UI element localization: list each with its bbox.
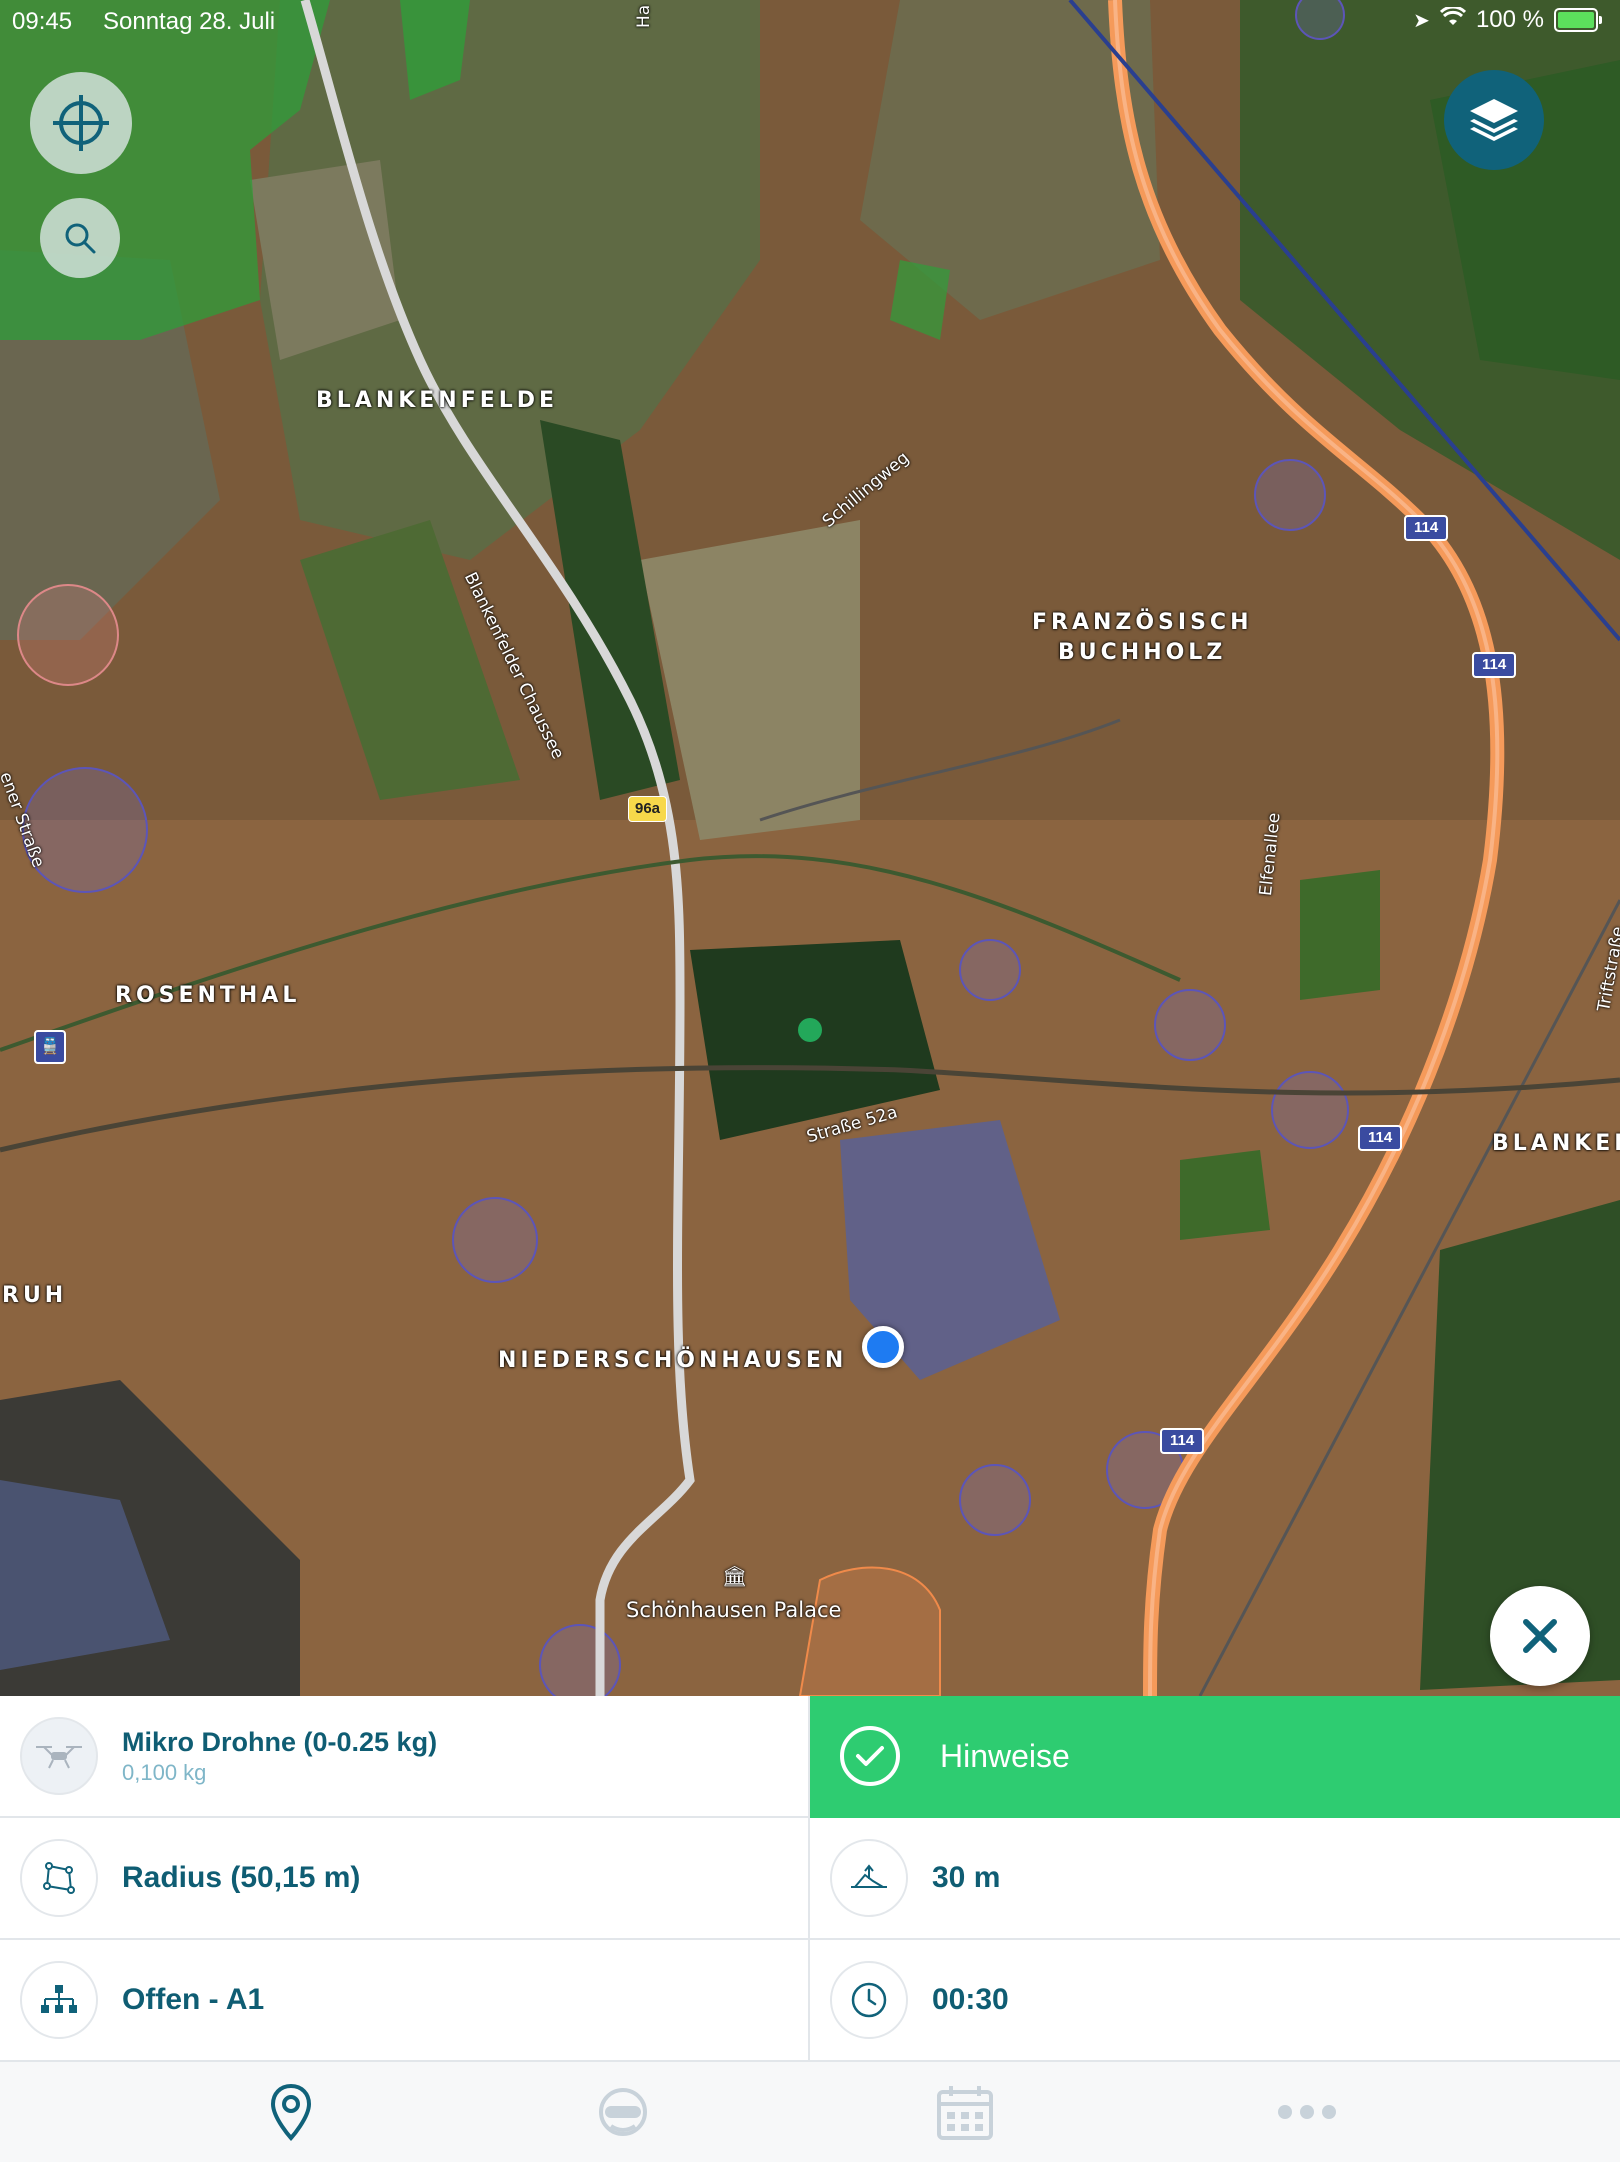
train-station-icon: 🚆 — [34, 1030, 66, 1064]
road-shield: 96a — [628, 796, 668, 822]
battery-percent: 100 % — [1475, 6, 1544, 33]
map-pin-icon — [270, 2083, 311, 2141]
wifi-icon — [1439, 5, 1466, 34]
layers-button[interactable] — [1444, 70, 1544, 170]
calendar-icon — [936, 2086, 993, 2140]
close-button[interactable] — [1490, 1586, 1590, 1686]
drone-icon — [20, 1717, 98, 1795]
hierarchy-icon — [20, 1961, 98, 2039]
highway-shield: 114 — [1358, 1125, 1403, 1151]
radius-label: Radius (50,15 m) — [122, 1861, 361, 1894]
place-label-rosenthal: ROSENTHAL — [115, 983, 301, 1008]
satellite-map — [0, 0, 1620, 1696]
status-time: 09:45 — [12, 8, 73, 35]
highway-shield: 114 — [1472, 652, 1517, 678]
polygon-icon — [20, 1839, 98, 1917]
drone-weight: 0,100 kg — [122, 1759, 207, 1785]
battery-icon — [1554, 8, 1602, 32]
current-location-marker — [862, 1326, 904, 1368]
pilot-icon — [598, 2088, 647, 2136]
place-label-ruh: RUH — [2, 1283, 68, 1308]
altitude-selector[interactable]: 30 m — [810, 1818, 1620, 1940]
crosshair-icon — [53, 95, 109, 151]
search-button[interactable] — [40, 198, 120, 278]
flight-info-panel: Mikro Drohne (0-0.25 kg) 0,100 kg Hinwei… — [0, 1696, 1620, 2062]
clock-icon — [830, 1961, 908, 2039]
close-icon — [1523, 1619, 1557, 1653]
place-label-blankenfelde: BLANKENFELDE — [316, 388, 559, 413]
drone-title: Mikro Drohne (0-0.25 kg) — [122, 1726, 438, 1757]
locate-button[interactable] — [30, 72, 132, 174]
category-label: Offen - A1 — [122, 1983, 265, 2016]
category-selector[interactable]: Offen - A1 — [0, 1940, 810, 2062]
place-label-blanken: BLANKEN — [1492, 1131, 1620, 1156]
place-label-niederschoenhausen: NIEDERSCHÖNHAUSEN — [498, 1348, 848, 1373]
layers-icon — [1470, 99, 1518, 141]
search-icon — [65, 223, 96, 254]
poi-label-schoenhausen-palace: Schönhausen Palace — [626, 1598, 842, 1622]
checkmark-icon — [840, 1726, 900, 1786]
highway-shield: 114 — [1160, 1428, 1205, 1454]
place-label-franzoesisch: FRANZÖSISCH — [1032, 610, 1253, 635]
tab-more[interactable] — [1104, 2062, 1509, 2162]
status-date: Sonntag 28. Juli — [103, 8, 276, 35]
location-arrow-icon: ➤ — [1413, 9, 1430, 32]
altitude-icon — [830, 1839, 908, 1917]
duration-value: 00:30 — [932, 1983, 1009, 2016]
hinweise-button[interactable]: Hinweise — [810, 1696, 1620, 1818]
radius-selector[interactable]: Radius (50,15 m) — [0, 1818, 810, 1940]
tab-bar — [0, 2060, 1620, 2162]
altitude-value: 30 m — [932, 1861, 1001, 1894]
duration-selector[interactable]: 00:30 — [810, 1940, 1620, 2062]
hinweise-label: Hinweise — [940, 1737, 1070, 1774]
drone-selector[interactable]: Mikro Drohne (0-0.25 kg) 0,100 kg — [0, 1696, 810, 1818]
poi-palace-icon: 🏛 — [722, 1564, 748, 1588]
status-bar: 09:45 Sonntag 28. Juli ➤ 100 % — [0, 0, 1620, 40]
place-label-buchholz: BUCHHOLZ — [1058, 640, 1227, 665]
more-icon — [1277, 2105, 1336, 2119]
highway-shield: 114 — [1404, 515, 1449, 541]
map-view[interactable]: BLANKENFELDE FRANZÖSISCH BUCHHOLZ ROSENT… — [0, 0, 1620, 1696]
